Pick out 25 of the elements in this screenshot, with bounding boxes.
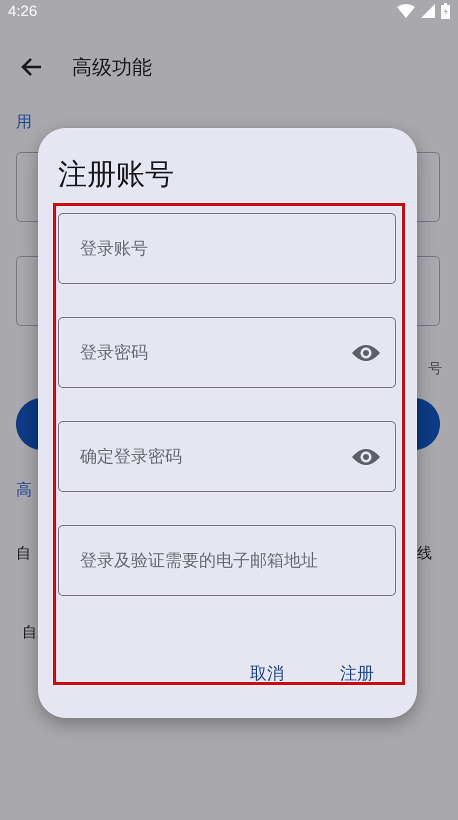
input-field[interactable]: 登录账号 (58, 213, 396, 284)
wifi-icon (397, 4, 415, 18)
signal-icon (421, 4, 435, 18)
setting-label: 自 (22, 623, 37, 642)
placeholder-text: 登录账号 (80, 238, 148, 260)
setting-label: 自 (16, 544, 31, 563)
input-field[interactable]: 登录及验证需要的电子邮箱地址 (58, 525, 396, 596)
placeholder-text: 登录密码 (80, 342, 148, 364)
dialog-title: 注册账号 (58, 156, 175, 193)
page-title: 高级功能 (72, 54, 152, 80)
field-hint: 号 (428, 360, 442, 378)
placeholder-text: 确定登录密码 (80, 446, 182, 468)
setting-value: 线 (417, 544, 432, 563)
battery-icon (441, 3, 450, 19)
dialog-button[interactable]: 注册 (334, 658, 380, 689)
status-time: 4:26 (8, 2, 38, 20)
section-label: 高 (16, 480, 33, 500)
placeholder-text: 登录及验证需要的电子邮箱地址 (80, 550, 318, 572)
back-arrow-icon[interactable] (20, 57, 42, 77)
section-label: 用 (16, 112, 33, 132)
input-field[interactable]: 登录密码 (58, 317, 396, 388)
dialog-button[interactable]: 取消 (244, 658, 290, 689)
eye-icon[interactable] (351, 446, 381, 466)
input-field[interactable]: 确定登录密码 (58, 421, 396, 492)
eye-icon[interactable] (351, 342, 381, 362)
